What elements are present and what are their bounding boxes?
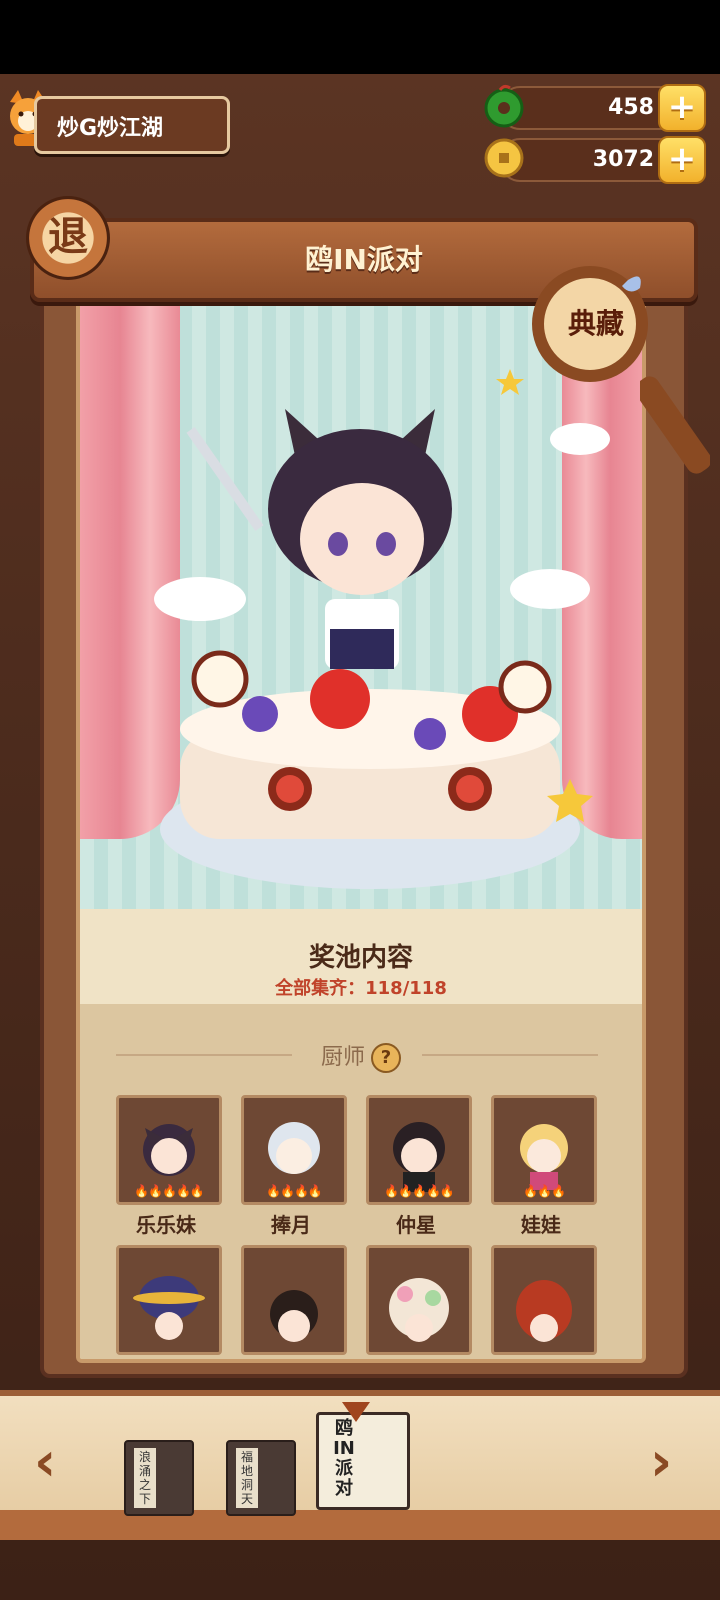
chef-card[interactable] — [241, 1245, 347, 1355]
player-name: 炒G炒江湖 — [57, 116, 164, 141]
rarity-flames: 🔥🔥🔥🔥🔥 — [134, 1184, 205, 1198]
album-book[interactable]: 福地洞天 — [226, 1440, 296, 1516]
add-jade-button[interactable]: + — [658, 84, 706, 132]
banner-scene — [80, 299, 642, 919]
album-book-label: 福地洞天 — [236, 1448, 258, 1508]
rarity-flames: 🔥🔥🔥 — [523, 1184, 566, 1198]
chef-name: 乐乐妹 — [136, 1213, 196, 1237]
chef-portrait — [516, 1280, 572, 1342]
album-book[interactable]: 浪涌之下 — [124, 1440, 194, 1516]
chef-card[interactable]: 🔥🔥🔥🔥 — [241, 1095, 347, 1205]
coin-amount: 3072 — [592, 147, 654, 172]
section-chef-label: 厨师 — [320, 1045, 365, 1070]
chef-card[interactable]: 🔥🔥🔥 — [491, 1095, 597, 1205]
chef-card[interactable] — [366, 1245, 472, 1355]
chef-portrait — [133, 1276, 205, 1340]
album-book-active[interactable]: 鸥IN派对 — [316, 1412, 410, 1510]
chef-name: 娃娃 — [521, 1213, 561, 1237]
cake-character-illustration — [154, 369, 610, 889]
chef-card[interactable] — [491, 1245, 597, 1355]
bottom-strip — [0, 1510, 720, 1540]
prize-panel: 奖池内容 全部集齐：118/118 厨师? 🔥🔥🔥🔥🔥 乐乐妹 🔥🔥🔥🔥 捧月 … — [76, 295, 646, 1363]
album-book-active-label: 鸥IN派对 — [333, 1418, 355, 1499]
player-name-plate[interactable]: 炒G炒江湖 — [34, 96, 230, 154]
help-icon[interactable]: ? — [371, 1043, 401, 1073]
chef-name: 仲星 — [396, 1213, 436, 1237]
collection-button-label[interactable]: 典藏 — [556, 302, 636, 342]
chef-card[interactable] — [116, 1245, 222, 1355]
status-bar — [0, 0, 720, 74]
chef-portrait — [270, 1290, 318, 1342]
album-book-label: 浪涌之下 — [134, 1448, 156, 1508]
back-button[interactable]: 退 — [26, 196, 110, 280]
chef-portrait — [389, 1278, 449, 1342]
pool-title: 奖池内容 — [308, 943, 413, 973]
section-chef-header: 厨师? — [80, 1039, 642, 1073]
selected-indicator-icon — [342, 1402, 370, 1422]
magnifier-handle — [640, 376, 710, 474]
chef-name: 捧月 — [271, 1213, 311, 1237]
jade-amount: 458 — [608, 95, 654, 120]
prev-arrow-icon[interactable]: ‹ — [34, 1430, 56, 1493]
chef-card[interactable]: 🔥🔥🔥🔥🔥 — [116, 1095, 222, 1205]
chef-card[interactable]: 🔥🔥🔥🔥🔥 — [366, 1095, 472, 1205]
jade-currency-bar: 458 + — [484, 84, 706, 132]
gold-coin-icon — [484, 138, 524, 178]
add-coins-button[interactable]: + — [658, 136, 706, 184]
jade-coin-icon — [484, 84, 524, 128]
next-arrow-icon[interactable]: › — [650, 1430, 672, 1493]
coin-currency-bar: 3072 + — [484, 136, 706, 184]
rarity-flames: 🔥🔥🔥🔥 — [266, 1184, 323, 1198]
rarity-flames: 🔥🔥🔥🔥🔥 — [384, 1184, 455, 1198]
pool-progress: 全部集齐：118/118 — [275, 978, 447, 999]
